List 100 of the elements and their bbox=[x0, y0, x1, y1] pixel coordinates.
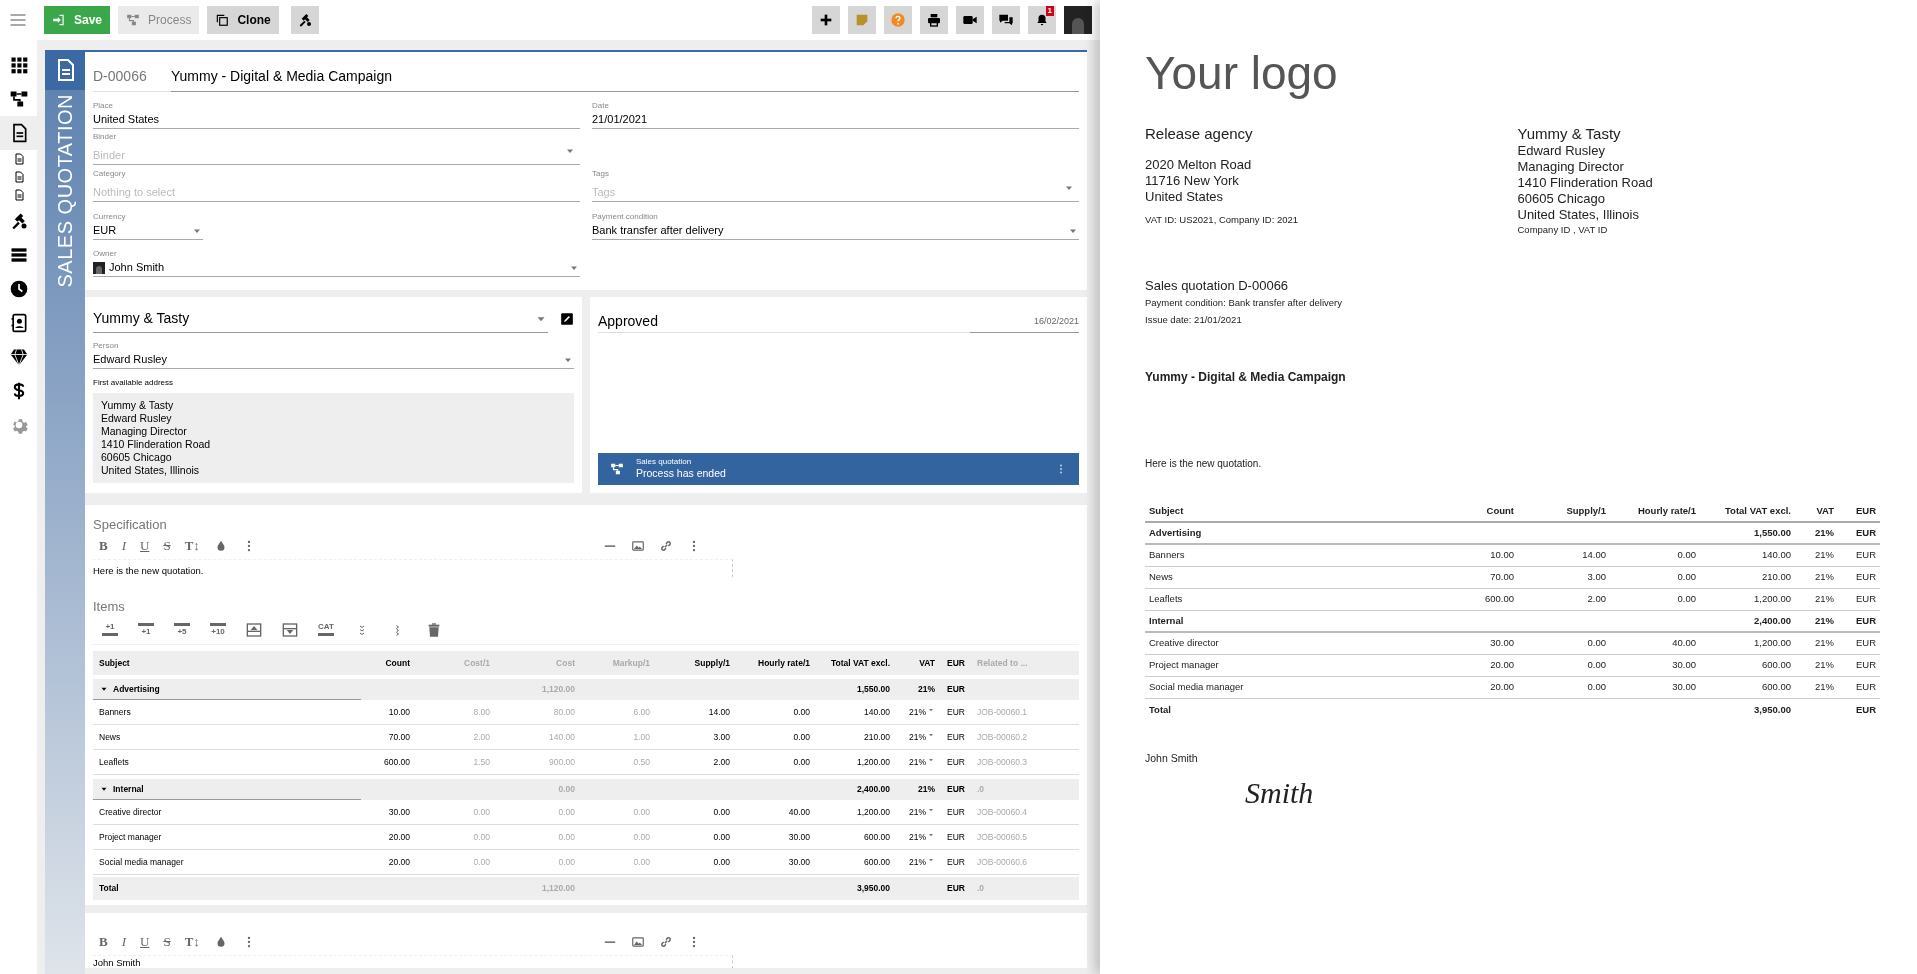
column-header: Count bbox=[384, 656, 411, 670]
text-field[interactable]: Nothing to select bbox=[93, 183, 580, 202]
table-cell-text: EUR bbox=[946, 683, 966, 696]
text-field[interactable]: 21/01/2021 bbox=[592, 111, 1079, 129]
table-cell-text: 1,550.00 bbox=[1753, 525, 1792, 540]
table-cell-text: 2.00 bbox=[472, 730, 491, 744]
table-cell-text: 3.00 bbox=[712, 730, 731, 744]
link-button[interactable] bbox=[659, 539, 673, 553]
table-cell-text: .0 bbox=[976, 882, 986, 895]
chat-button[interactable] bbox=[992, 6, 1020, 34]
table-cell-text: 2.00 bbox=[712, 755, 731, 769]
format-button[interactable]: B bbox=[99, 536, 108, 556]
table-cell-text: 3.00 bbox=[1586, 570, 1607, 585]
table-cell-text: 1,550.00 bbox=[855, 683, 891, 696]
dropdown-field[interactable]: Edward Rusley bbox=[93, 351, 574, 369]
format-button[interactable]: B bbox=[99, 932, 108, 952]
sidebar-item[interactable] bbox=[0, 116, 37, 150]
table-cell-text: Internal bbox=[1148, 613, 1185, 628]
link-button[interactable] bbox=[659, 935, 673, 949]
dropdown-field[interactable]: Tags bbox=[592, 183, 1079, 202]
address-line: 2020 Melton Road bbox=[1145, 157, 1253, 173]
table-cell-text: EUR bbox=[1854, 636, 1877, 651]
dropdown-field[interactable]: Binder bbox=[93, 146, 580, 165]
table-cell-text: News bbox=[1148, 570, 1174, 585]
image-button[interactable] bbox=[631, 935, 645, 949]
table-cell-text: 20.00 bbox=[387, 855, 411, 869]
column-header: Cost/1 bbox=[463, 656, 491, 670]
table-cell-text: 14.00 bbox=[1581, 548, 1607, 563]
table-cell-text: 14.00 bbox=[707, 705, 731, 719]
table-cell-text: 30.00 bbox=[1671, 658, 1697, 673]
table-cell-text: 0.00 bbox=[1586, 658, 1607, 673]
text-editor[interactable]: Here is the new quotation. bbox=[93, 559, 733, 577]
table-cell-text: 600.00 bbox=[1483, 592, 1515, 607]
vat-dropdown[interactable]: 21% bbox=[896, 830, 941, 844]
vat-dropdown[interactable]: 21% bbox=[896, 705, 941, 719]
table-cell-text: Banners bbox=[1148, 548, 1186, 563]
table-cell-text: 21% bbox=[1814, 525, 1835, 540]
party-name: Yummy & Tasty bbox=[1517, 124, 1622, 143]
video-button[interactable] bbox=[956, 6, 984, 34]
trash-icon bbox=[426, 621, 442, 638]
format-button[interactable]: S bbox=[163, 932, 171, 952]
format-button[interactable]: U bbox=[140, 932, 150, 952]
table-cell-text: EUR bbox=[1854, 525, 1877, 540]
item-tool-button[interactable]: +1 bbox=[133, 615, 159, 644]
dropdown-field[interactable]: EUR bbox=[93, 222, 203, 240]
address-line: 60605 Chicago bbox=[101, 451, 173, 464]
table-cell-text: 210.00 bbox=[863, 730, 891, 744]
table-row[interactable]: Total 1,120.00 3,950.00 EUR .0 bbox=[93, 875, 1079, 900]
vat-dropdown[interactable]: 21% bbox=[896, 730, 941, 744]
title-field[interactable]: Yummy - Digital & Media Campaign bbox=[171, 66, 1079, 92]
vat-dropdown[interactable]: 21% bbox=[896, 805, 941, 819]
document-number: D-00066 bbox=[93, 66, 171, 92]
format-button[interactable]: T↕ bbox=[184, 932, 200, 952]
table-cell-text: Leaflets bbox=[1148, 592, 1184, 607]
text-field[interactable]: United States bbox=[93, 111, 580, 129]
table-cell-text: 30.00 bbox=[1671, 680, 1697, 695]
format-button[interactable]: I bbox=[121, 932, 126, 952]
vat-dropdown[interactable]: 21% bbox=[896, 855, 941, 869]
dropdown-field[interactable]: John Smith bbox=[93, 259, 580, 277]
table-cell-text: 1.00 bbox=[632, 730, 651, 744]
add-button[interactable] bbox=[812, 6, 840, 34]
field-label: Date bbox=[592, 101, 610, 111]
table-cell-text: EUR bbox=[1854, 658, 1877, 673]
image-icon bbox=[631, 935, 645, 949]
item-tool-button[interactable]: CAT bbox=[313, 615, 339, 644]
print-icon bbox=[926, 12, 942, 28]
table-cell-text: 40.00 bbox=[787, 805, 811, 819]
dropdown-field[interactable]: Bank transfer after delivery bbox=[592, 222, 1079, 240]
item-tool-button[interactable]: +10 bbox=[205, 615, 231, 644]
image-button[interactable] bbox=[631, 539, 645, 553]
item-tool-button[interactable]: +5 bbox=[169, 615, 195, 644]
format-button[interactable]: T↕ bbox=[184, 536, 200, 556]
item-tool-button[interactable]: +1 bbox=[97, 615, 123, 644]
print-button[interactable] bbox=[920, 6, 948, 34]
clock-icon bbox=[8, 279, 29, 299]
format-button[interactable]: I bbox=[121, 536, 126, 556]
process-status-bar[interactable]: Sales quotation Process has ended bbox=[598, 453, 1079, 485]
table-cell-text: 0.00 bbox=[712, 830, 731, 844]
doc-type-label: SALES QUOTATION bbox=[53, 94, 77, 288]
notifications-button[interactable]: 1 bbox=[1028, 6, 1056, 34]
table-cell-text: 2,400.00 bbox=[1753, 613, 1792, 628]
field-label: Tags bbox=[592, 169, 610, 179]
document-icon bbox=[12, 189, 25, 201]
table-cell-text: 0.50 bbox=[632, 755, 651, 769]
vat-dropdown[interactable]: 21% bbox=[896, 755, 941, 769]
format-button[interactable]: U bbox=[140, 536, 150, 556]
table-cell-text: 0.00 bbox=[472, 830, 491, 844]
table-cell-text: 0.00 bbox=[1586, 680, 1607, 695]
field-label: Currency bbox=[93, 212, 127, 222]
tools-button[interactable] bbox=[290, 6, 319, 34]
table-cell-text: 21% bbox=[1814, 592, 1835, 607]
table-cell-text: 30.00 bbox=[787, 830, 811, 844]
process-icon bbox=[610, 462, 624, 476]
text-editor[interactable]: John Smith bbox=[93, 955, 733, 968]
clone-button[interactable]: Clone bbox=[207, 6, 279, 34]
company-field[interactable]: Yummy & Tasty bbox=[93, 305, 548, 333]
table-cell-text: 70.00 bbox=[387, 730, 411, 744]
address-line: 11716 New York bbox=[1145, 173, 1240, 189]
format-button[interactable]: S bbox=[163, 536, 171, 556]
party-name: Release agency bbox=[1145, 124, 1254, 143]
